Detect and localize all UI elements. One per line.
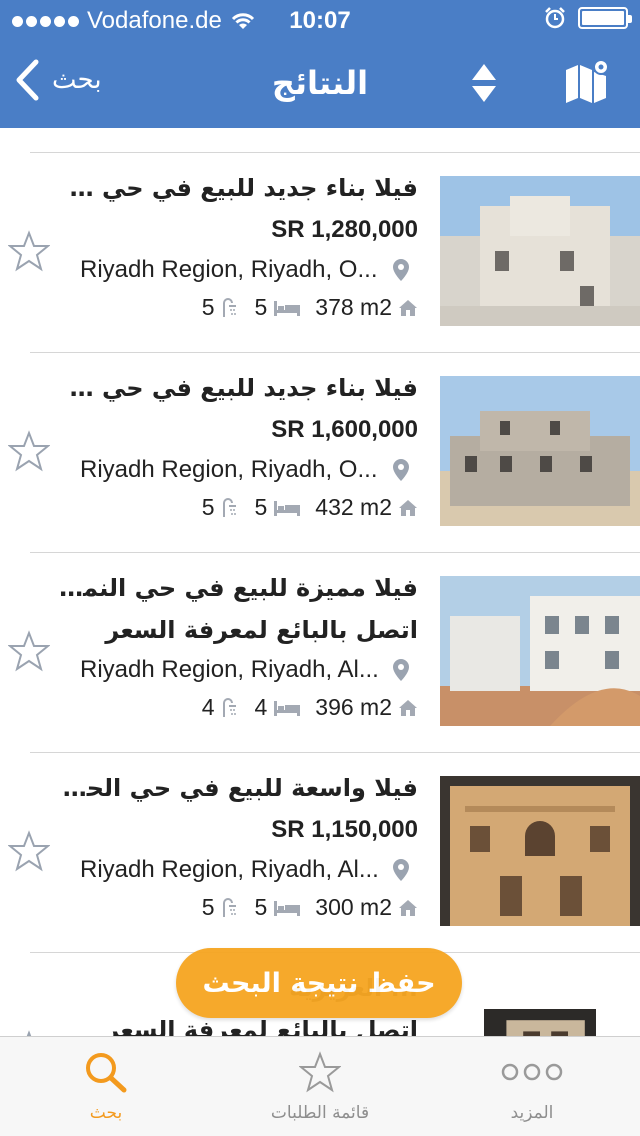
map-icon[interactable] [563,58,611,104]
bedrooms-count: 5 [254,294,268,320]
location-text: Riyadh Region, Riyadh, Al... [80,656,379,683]
shower-icon [223,697,237,717]
listing-item[interactable]: فيلا بناء جديد للبيع في حي عكا... SR 1,6… [0,352,640,552]
bathrooms-feature: 5 [202,294,241,321]
tab-search[interactable]: بحث [26,1051,186,1123]
location-text: Riyadh Region, Riyadh, O... [80,456,378,483]
bathrooms-count: 4 [201,694,215,720]
tab-label: قائمة الطلبات [270,1103,370,1123]
listing-features: 5 5 300 m2 [202,894,418,921]
navigation-bar: بحث النتائج [0,40,640,128]
save-search-button[interactable]: حفظ نتيجة البحث [176,948,462,1018]
listing-location: Riyadh Region, Riyadh, O... [80,256,420,284]
bed-icon [274,700,301,716]
listing-location: Riyadh Region, Riyadh, Al... [80,656,420,684]
listing-features: 5 5 432 m2 [202,494,418,521]
more-icon [501,1063,563,1081]
area-value: 378 m2 [315,294,392,320]
bedrooms-count: 5 [254,494,268,520]
listing-location: Riyadh Region, Riyadh, Al... [80,856,420,884]
bathrooms-count: 5 [201,494,215,520]
listing-photo[interactable] [440,176,640,326]
status-bar: Vodafone.de 10:07 [0,0,640,40]
tab-watchlist[interactable]: قائمة الطلبات [240,1051,400,1123]
listing-title[interactable]: فيلا مميزة للبيع في حي النمار ,... [58,574,418,602]
listing-price: اتصل بالبائع لمعرفة السعر [105,616,418,644]
listing-title[interactable]: فيلا بناء جديد للبيع في حي عكا... [58,374,418,402]
location-pin-icon [393,859,409,881]
home-icon [399,699,417,716]
tab-bar: بحث قائمة الطلبات المزيد [0,1036,640,1136]
listing-price: SR 1,150,000 [271,816,418,843]
listing-item[interactable]: فيلا واسعة للبيع في حي الحزم ,... SR 1,1… [0,752,640,952]
bed-icon [274,500,301,516]
bed-icon [274,300,301,316]
home-icon [399,299,417,316]
top-bar: Vodafone.de 10:07 بحث النتائج [0,0,640,128]
area-value: 300 m2 [315,894,392,920]
battery-icon [578,7,632,29]
home-icon [399,499,417,516]
shower-icon [223,297,237,317]
favorite-star-icon[interactable] [8,430,50,472]
area-value: 396 m2 [315,694,392,720]
shower-icon [223,897,237,917]
location-text: Riyadh Region, Riyadh, O... [80,256,378,283]
bedrooms-count: 4 [254,694,268,720]
alarm-icon [545,7,565,29]
listing-item[interactable]: فيلا مميزة للبيع في حي النمار ,... اتصل … [0,552,640,752]
location-text: Riyadh Region, Riyadh, Al... [80,856,379,883]
tab-more[interactable]: المزيد [452,1051,612,1123]
bathrooms-feature: 4 [202,694,241,721]
listing-photo[interactable] [440,576,640,726]
bedrooms-feature: 5 [254,494,301,521]
listing-price: SR 1,280,000 [271,216,418,243]
home-icon [399,899,417,916]
listing-photo[interactable] [484,976,596,1036]
area-value: 432 m2 [315,494,392,520]
bedrooms-feature: 4 [254,694,301,721]
listing-title[interactable]: فيلا واسعة للبيع في حي الحزم ,... [58,774,418,802]
bed-icon [274,900,301,916]
location-pin-icon [393,459,409,481]
star-icon [298,1051,342,1093]
page-title: النتائج [271,64,369,102]
bathrooms-count: 5 [201,894,215,920]
location-pin-icon [393,259,409,281]
area-feature: 300 m2 [315,894,418,921]
favorite-star-icon[interactable] [8,630,50,672]
listing-features: 5 5 378 m2 [202,294,418,321]
shower-icon [223,497,237,517]
bathrooms-feature: 5 [202,494,241,521]
favorite-star-icon[interactable] [8,830,50,872]
listing-photo[interactable] [440,776,640,926]
bedrooms-feature: 5 [254,894,301,921]
area-feature: 378 m2 [315,294,418,321]
search-icon [86,1053,127,1093]
listing-title[interactable]: فيلا بناء جديد للبيع في حي عكا... [58,174,418,202]
sort-icon[interactable] [470,62,498,104]
listing-location: Riyadh Region, Riyadh, O... [80,456,420,484]
listing-photo[interactable] [440,376,640,526]
bedrooms-feature: 5 [254,294,301,321]
bedrooms-count: 5 [254,894,268,920]
area-feature: 432 m2 [315,494,418,521]
location-pin-icon [393,659,409,681]
listing-price: SR 1,600,000 [271,416,418,443]
bathrooms-feature: 5 [202,894,241,921]
bathrooms-count: 5 [201,294,215,320]
tab-label: بحث [89,1103,123,1123]
tab-label: المزيد [510,1103,554,1123]
listing-features: 4 4 396 m2 [202,694,418,721]
area-feature: 396 m2 [315,694,418,721]
favorite-star-icon[interactable] [8,230,50,272]
results-list[interactable]: فيلا بناء جديد للبيع في حي عكا... SR 1,2… [0,128,640,1036]
listing-item[interactable]: فيلا بناء جديد للبيع في حي عكا... SR 1,2… [0,152,640,352]
listing-price: اتصل بالبائع لمعرفة السعر [105,1016,418,1036]
